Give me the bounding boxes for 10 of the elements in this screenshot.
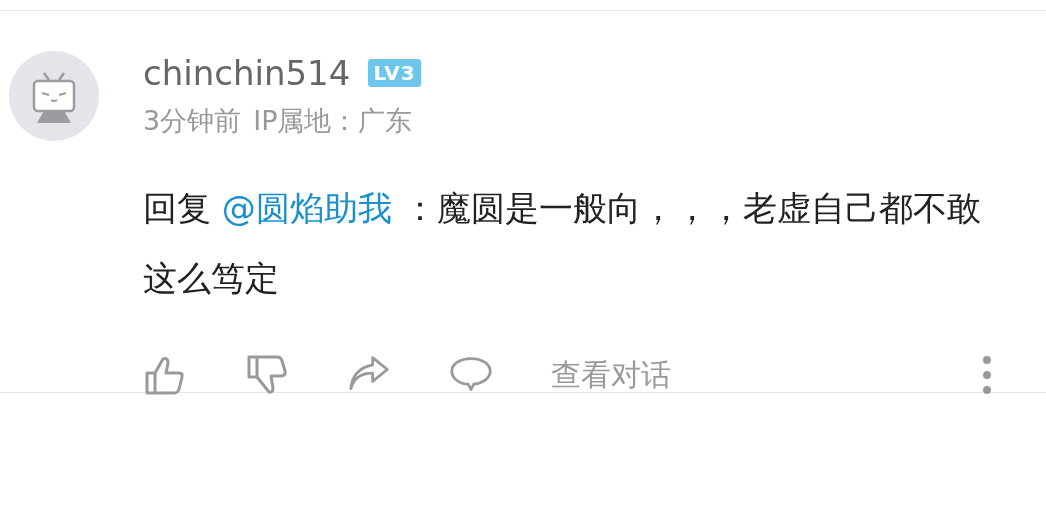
mention-link[interactable]: @圆焰助我 xyxy=(221,188,392,228)
username[interactable]: chinchin514 xyxy=(143,53,351,93)
comment-text: 回复 @圆焰助我 ：魔圆是一般向，，，老虚自己都不敢这么笃定 xyxy=(143,187,982,300)
avatar-icon[interactable] xyxy=(9,51,99,141)
more-options-icon[interactable] xyxy=(982,355,992,395)
ip-location: IP属地：广东 xyxy=(253,104,413,138)
thumbs-down-icon[interactable] xyxy=(245,353,289,397)
level-badge: LV3 xyxy=(368,59,421,87)
view-conversation-link[interactable]: 查看对话 xyxy=(551,354,671,396)
post-time: 3分钟前 xyxy=(143,104,242,138)
